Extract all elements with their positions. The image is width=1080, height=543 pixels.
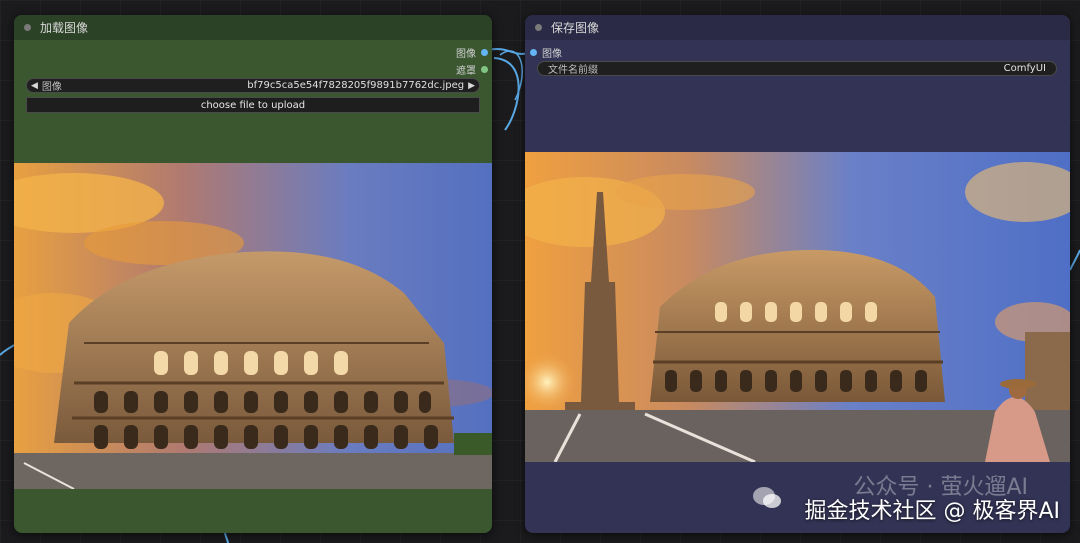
save-node-header[interactable]: 保存图像 <box>525 15 1070 40</box>
upload-button[interactable]: choose file to upload <box>26 97 480 113</box>
input-image[interactable]: 图像 <box>530 45 562 60</box>
image-combo-label: 图像 <box>41 82 62 93</box>
collapse-dot-icon[interactable] <box>535 24 542 31</box>
output-mask-slot-icon[interactable] <box>481 66 488 73</box>
load-preview-image <box>14 163 492 489</box>
save-node-title: 保存图像 <box>551 21 600 35</box>
wechat-icon <box>753 487 781 508</box>
output-mask-label: 遮罩 <box>456 66 476 77</box>
output-image-slot-icon[interactable] <box>481 49 488 56</box>
load-node-title: 加载图像 <box>40 21 89 35</box>
output-image[interactable]: 图像 <box>456 45 488 60</box>
watermark-main-text: 掘金技术社区 @ 极客界AI <box>804 499 1060 524</box>
image-combo-value: bf79c5ca5e54f7828205f9891b7762dc.jpeg <box>247 80 465 91</box>
prev-arrow-icon[interactable]: ◀ <box>27 81 42 91</box>
save-preview-image <box>525 152 1070 462</box>
load-image-node[interactable]: 加载图像 图像 遮罩 ◀ 图像 bf79c5ca5e54f7828205f989… <box>14 15 492 533</box>
output-mask[interactable]: 遮罩 <box>456 62 488 77</box>
prefix-label: 文件名前缀 <box>548 65 598 76</box>
next-arrow-icon[interactable]: ▶ <box>464 81 479 91</box>
output-image-label: 图像 <box>456 49 476 60</box>
prefix-value: ComfyUI <box>1003 63 1046 74</box>
image-file-combo[interactable]: ◀ 图像 bf79c5ca5e54f7828205f9891b7762dc.jp… <box>26 78 480 93</box>
collapse-dot-icon[interactable] <box>24 24 31 31</box>
input-image-label: 图像 <box>542 49 562 60</box>
save-image-node[interactable]: 保存图像 图像 文件名前缀 ComfyUI <box>525 15 1070 533</box>
load-node-header[interactable]: 加载图像 <box>14 15 492 40</box>
input-image-slot-icon[interactable] <box>530 49 537 56</box>
filename-prefix-field[interactable]: 文件名前缀 ComfyUI <box>537 61 1057 76</box>
